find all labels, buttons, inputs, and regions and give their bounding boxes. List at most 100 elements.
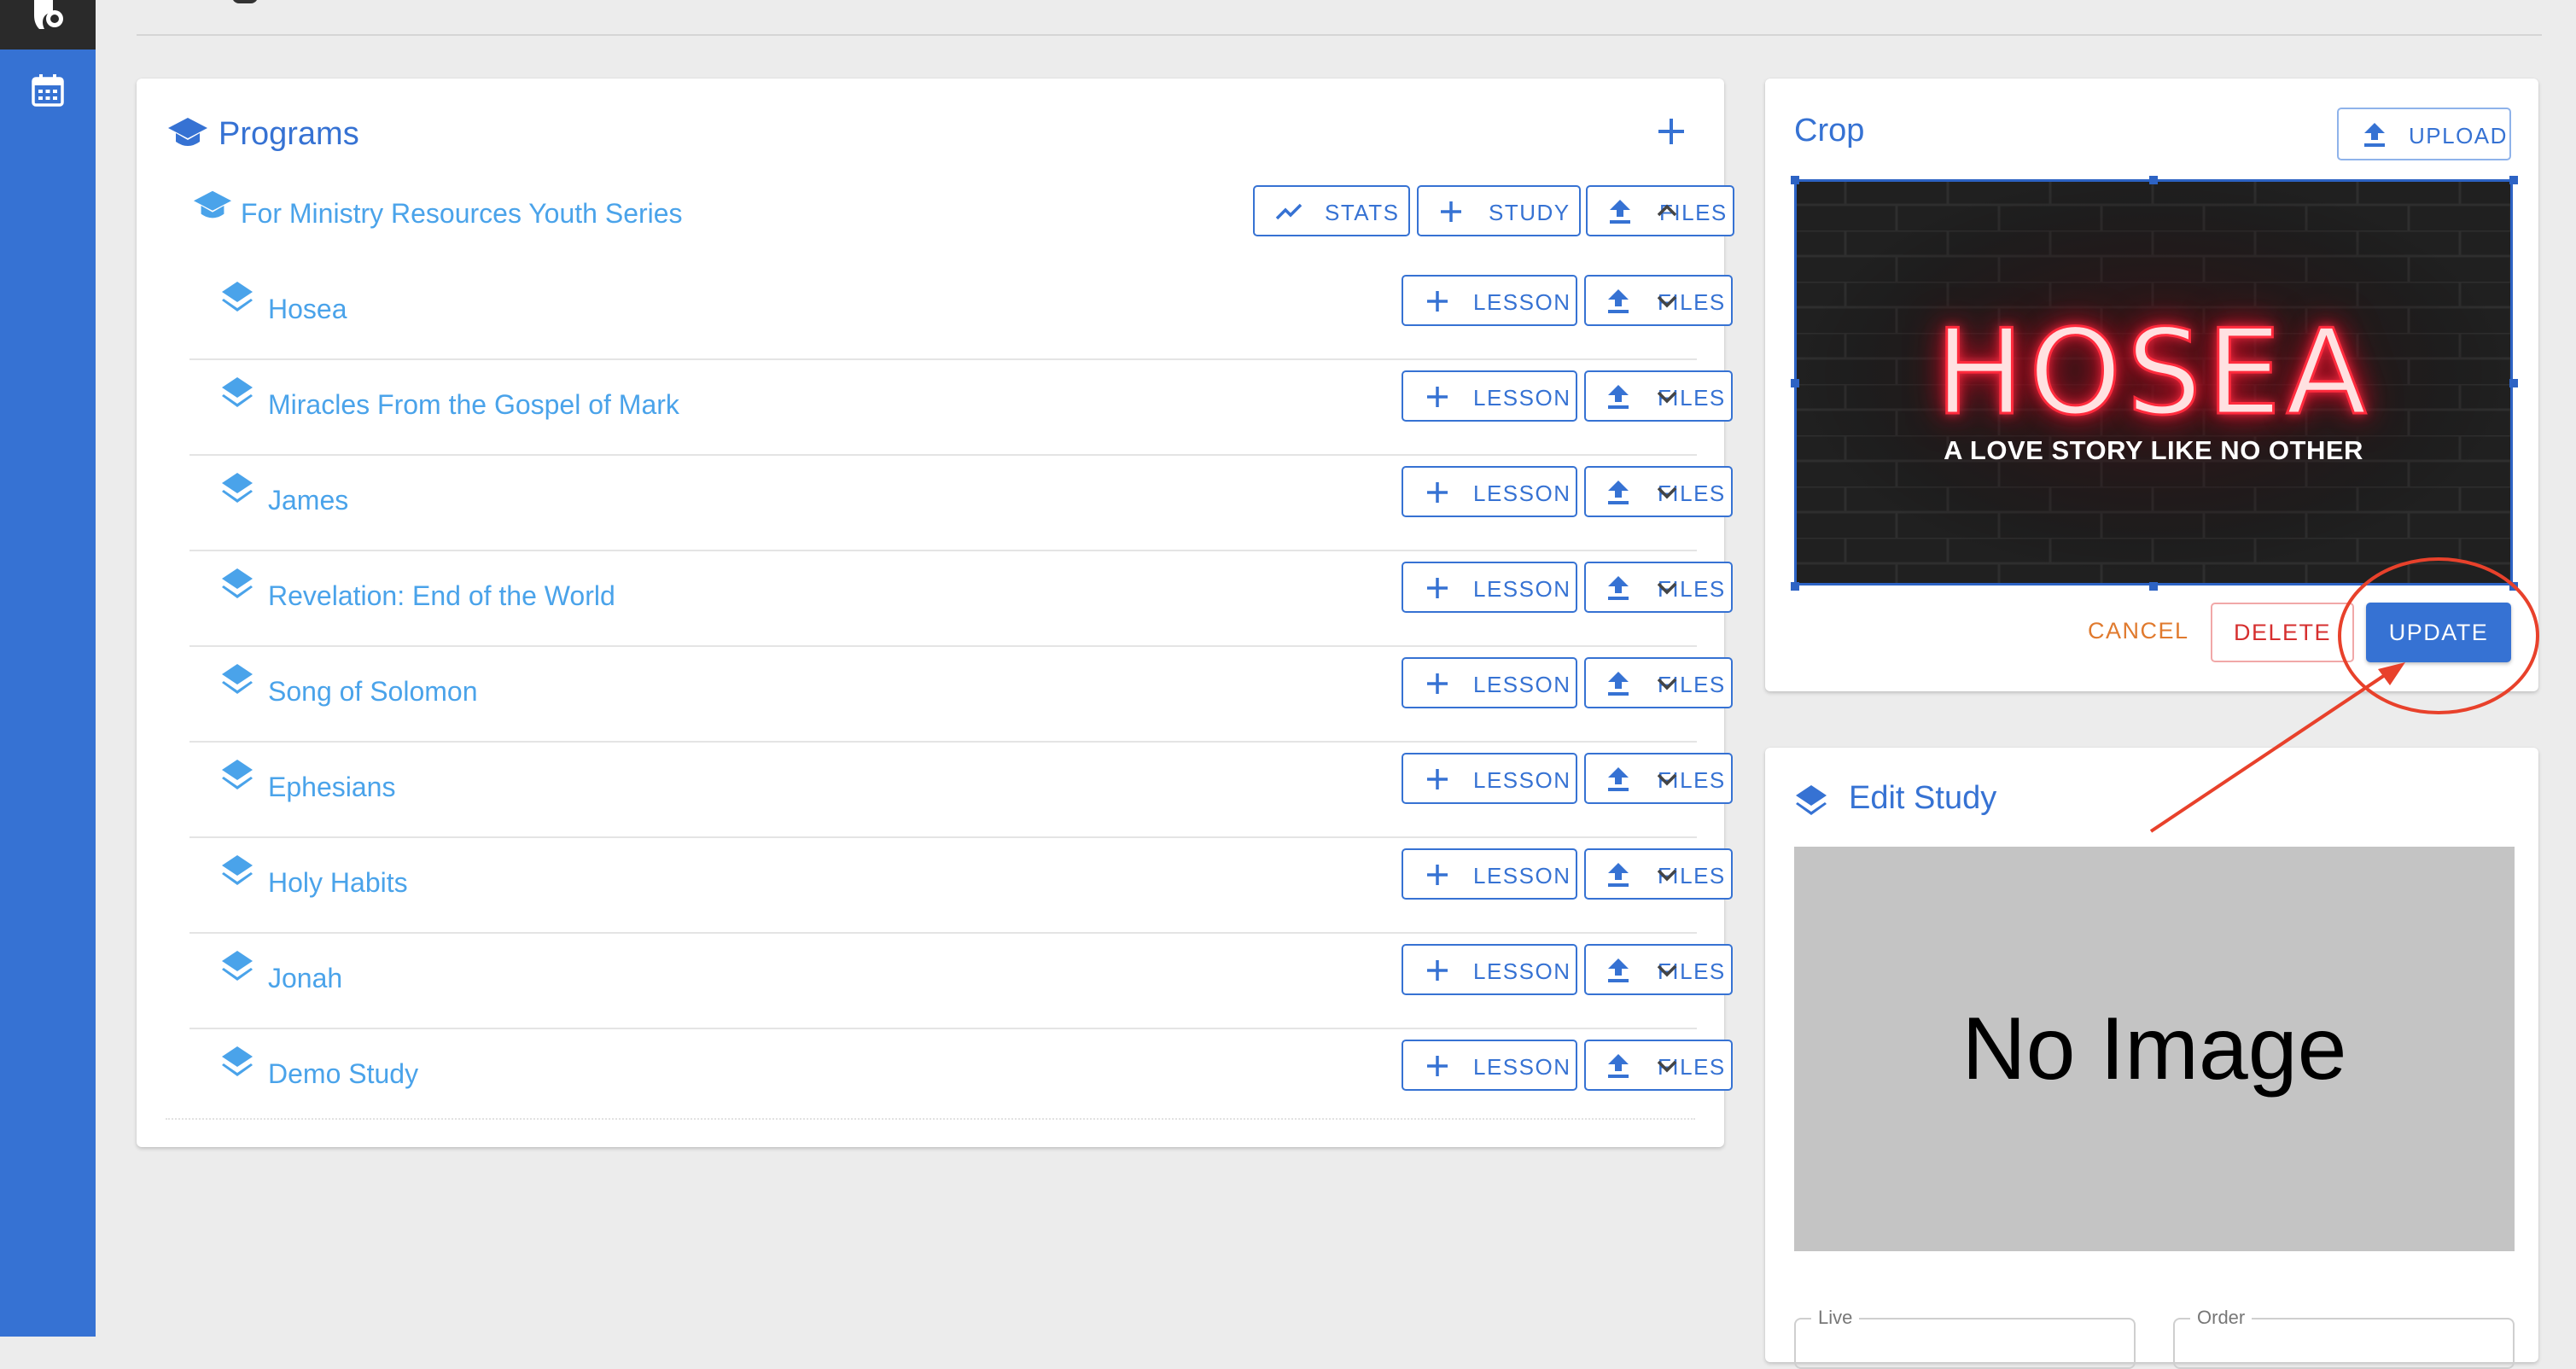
add-lesson-button[interactable]: LESSON [1402, 753, 1577, 804]
study-row[interactable]: Ephesians LESSON FILES [189, 741, 1733, 838]
upload-button[interactable]: UPLOAD [2337, 108, 2511, 160]
upload-icon [1608, 863, 1629, 887]
study-name[interactable]: Miracles From the Gospel of Mark [268, 389, 679, 421]
plus-icon [1427, 482, 1448, 503]
upload-icon [1608, 672, 1629, 696]
delete-button[interactable]: DELETE [2211, 603, 2354, 662]
study-row[interactable]: James LESSON FILES [189, 454, 1733, 551]
list-end-divider [166, 1116, 1695, 1120]
add-study-button[interactable]: STUDY [1417, 185, 1581, 236]
add-lesson-button[interactable]: LESSON [1402, 1040, 1577, 1091]
programs-card: Programs For Ministry Resources Youth Se… [137, 79, 1734, 1147]
add-lesson-button[interactable]: LESSON [1402, 848, 1577, 900]
chevron-down-icon[interactable] [1652, 765, 1681, 794]
study-label: STUDY [1489, 200, 1571, 225]
stats-label: STATS [1325, 200, 1400, 225]
plus-icon [1427, 578, 1448, 598]
chevron-down-icon[interactable] [1652, 669, 1681, 698]
add-lesson-button[interactable]: LESSON [1402, 370, 1577, 422]
nav-rail-header [0, 0, 96, 50]
chevron-up-icon[interactable] [1652, 196, 1681, 225]
update-button[interactable]: UPDATE [2366, 603, 2511, 662]
study-row[interactable]: Holy Habits LESSON FILES [189, 836, 1733, 934]
plus-icon [1427, 1056, 1448, 1076]
plus-icon [1441, 201, 1461, 222]
upload-icon [1608, 958, 1629, 982]
edit-study-card: Edit Study No Image Live Order [1765, 748, 2538, 1369]
logo-icon[interactable] [31, 0, 65, 29]
study-name[interactable]: James [268, 485, 348, 516]
crop-handle[interactable] [2149, 582, 2158, 591]
chevron-down-icon[interactable] [1652, 382, 1681, 411]
plus-icon [1427, 960, 1448, 981]
upload-icon [1608, 289, 1629, 313]
study-row[interactable]: Revelation: End of the World LESSON FILES [189, 550, 1733, 647]
chevron-down-icon[interactable] [1652, 287, 1681, 316]
study-name[interactable]: Holy Habits [268, 867, 408, 899]
study-row[interactable]: Demo Study LESSON FILES [189, 1028, 1733, 1123]
crop-handle[interactable] [2509, 176, 2518, 184]
programs-title: Programs [219, 116, 359, 152]
layers-icon [222, 855, 253, 885]
series-name[interactable]: For Ministry Resources Youth Series [241, 198, 683, 230]
crop-handle[interactable] [1791, 176, 1799, 184]
study-row[interactable]: Jonah LESSON FILES [189, 932, 1733, 1029]
live-field[interactable]: Live [1794, 1307, 2136, 1369]
lesson-label: LESSON [1473, 958, 1571, 984]
lesson-label: LESSON [1473, 863, 1571, 888]
plus-icon [1427, 291, 1448, 312]
chevron-down-icon[interactable] [1652, 478, 1681, 507]
chevron-down-icon[interactable] [1652, 1052, 1681, 1081]
lesson-label: LESSON [1473, 1054, 1571, 1080]
crop-handle[interactable] [1791, 379, 1799, 387]
chevron-down-icon[interactable] [1652, 574, 1681, 603]
crop-handle[interactable] [2149, 176, 2158, 184]
lesson-label: LESSON [1473, 481, 1571, 506]
order-field[interactable]: Order [2173, 1307, 2515, 1369]
crop-handle[interactable] [2509, 582, 2518, 591]
lesson-label: LESSON [1473, 289, 1571, 315]
chevron-down-icon[interactable] [1652, 956, 1681, 985]
stats-button[interactable]: STATS [1253, 185, 1410, 236]
chevron-down-icon[interactable] [1652, 860, 1681, 889]
upload-icon [2364, 123, 2385, 147]
study-name[interactable]: Jonah [268, 963, 342, 994]
upload-icon [1608, 481, 1629, 504]
no-image-text: No Image [1961, 999, 2347, 1098]
crop-selection-frame[interactable] [1794, 179, 2513, 585]
study-name[interactable]: Revelation: End of the World [268, 580, 615, 612]
cancel-button[interactable]: CANCEL [2088, 618, 2189, 644]
study-name[interactable]: Hosea [268, 294, 347, 325]
layers-icon [222, 1046, 253, 1076]
add-lesson-button[interactable]: LESSON [1402, 944, 1577, 995]
upload-icon [1608, 1054, 1629, 1078]
trending-up-icon [1275, 203, 1303, 220]
upload-icon [1610, 200, 1630, 224]
study-row[interactable]: Miracles From the Gospel of Mark LESSON FI… [189, 358, 1733, 456]
crop-handle[interactable] [2509, 379, 2518, 387]
add-lesson-button[interactable]: LESSON [1402, 466, 1577, 517]
study-name[interactable]: Ephesians [268, 772, 395, 803]
study-row[interactable]: Hosea LESSON FILES [189, 263, 1733, 360]
add-lesson-button[interactable]: LESSON [1402, 275, 1577, 326]
study-name[interactable]: Song of Solomon [268, 676, 478, 708]
layers-icon [222, 377, 253, 407]
series-row[interactable]: For Ministry Resources Youth Series STAT… [189, 178, 1734, 263]
layers-icon [222, 664, 253, 694]
upload-icon [1608, 576, 1629, 600]
add-lesson-button[interactable]: LESSON [1402, 562, 1577, 613]
plus-icon [1427, 387, 1448, 407]
study-row[interactable]: Song of Solomon LESSON FILES [189, 645, 1733, 743]
add-program-button[interactable] [1656, 116, 1687, 147]
study-name[interactable]: Demo Study [268, 1058, 418, 1090]
upload-icon [1608, 767, 1629, 791]
layers-icon [222, 951, 253, 981]
lesson-label: LESSON [1473, 576, 1571, 602]
plus-icon [1427, 865, 1448, 885]
plus-icon [1427, 769, 1448, 789]
image-placeholder: No Image [1794, 847, 2515, 1251]
crop-handle[interactable] [1791, 582, 1799, 591]
add-lesson-button[interactable]: LESSON [1402, 657, 1577, 708]
lesson-label: LESSON [1473, 767, 1571, 793]
calendar-icon[interactable] [31, 73, 65, 108]
